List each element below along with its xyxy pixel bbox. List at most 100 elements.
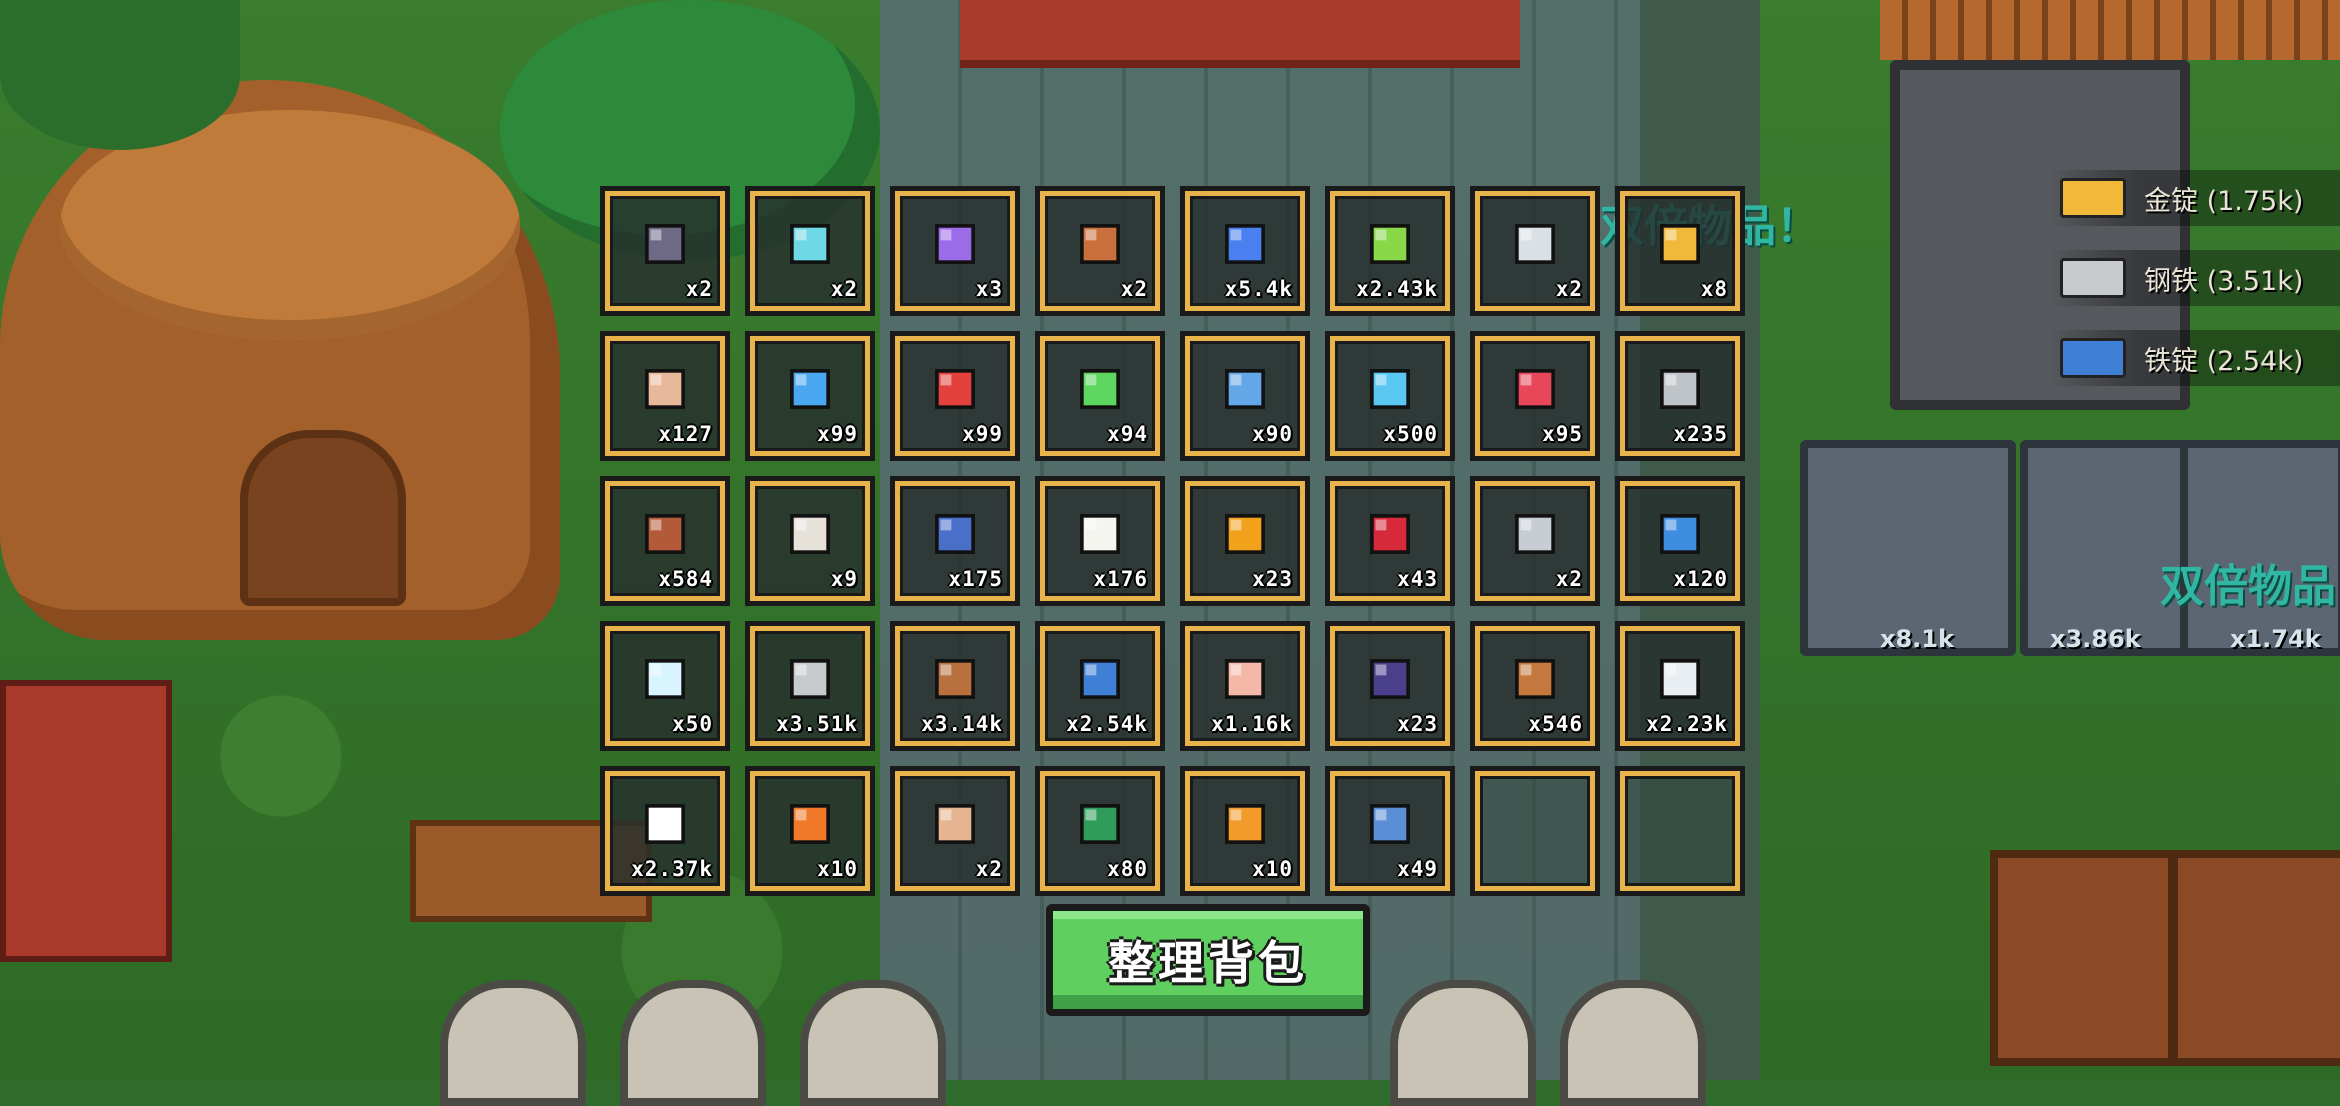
item-quantity: x95 <box>1542 422 1583 446</box>
inventory-slot[interactable]: x2.23k <box>1615 621 1745 751</box>
inventory-slot[interactable]: x2 <box>1470 186 1600 316</box>
sort-backpack-button[interactable]: 整理背包 <box>1046 904 1370 1016</box>
item-quantity: x43 <box>1397 567 1438 591</box>
inventory-slot[interactable]: x50 <box>600 621 730 751</box>
water-flask-icon <box>1225 368 1265 409</box>
stone-arch <box>1390 980 1536 1106</box>
item-quantity: x546 <box>1528 712 1583 736</box>
inventory-slot[interactable]: x1.16k <box>1180 621 1310 751</box>
inventory-slot[interactable]: x23 <box>1180 476 1310 606</box>
stone-ore-icon <box>645 223 685 264</box>
blue-ore-icon <box>1370 803 1410 844</box>
item-quantity: x23 <box>1397 712 1438 736</box>
inventory-slot[interactable]: x546 <box>1470 621 1600 751</box>
item-quantity: x3 <box>975 277 1003 301</box>
crystal-shard-icon <box>790 223 830 264</box>
clay-lump-icon <box>935 658 975 699</box>
inventory-slot[interactable]: x10 <box>1180 766 1310 896</box>
inventory-slot[interactable]: x5.4k <box>1180 186 1310 316</box>
steel-icon <box>2060 258 2126 298</box>
cotton-icon <box>1660 658 1700 699</box>
inventory-slot[interactable]: x500 <box>1325 331 1455 461</box>
inventory-slot[interactable]: x23 <box>1325 621 1455 751</box>
sort-backpack-label: 整理背包 <box>1108 936 1308 990</box>
inventory-slot[interactable]: x2 <box>745 186 875 316</box>
steel-roll-icon <box>1515 513 1555 554</box>
item-quantity: x2 <box>1555 277 1583 301</box>
inventory-slot[interactable]: x2 <box>1470 476 1600 606</box>
inventory-slot[interactable]: x49 <box>1325 766 1455 896</box>
inventory-slot[interactable]: x10 <box>745 766 875 896</box>
inventory-slot[interactable]: x2 <box>890 766 1020 896</box>
inventory-slot[interactable]: x120 <box>1615 476 1745 606</box>
inventory-slot[interactable]: x235 <box>1615 331 1745 461</box>
iron-ingot-icon <box>1080 658 1120 699</box>
inventory-slot[interactable] <box>1470 766 1600 896</box>
inventory-slot[interactable]: x2.43k <box>1325 186 1455 316</box>
inventory-slot[interactable]: x3.51k <box>745 621 875 751</box>
inventory-slot[interactable]: x3 <box>890 186 1020 316</box>
pink-dough-icon <box>1225 658 1265 699</box>
item-quantity: x8 <box>1700 277 1728 301</box>
wooden-chair <box>1990 850 2176 1066</box>
double-items-banner-2: 双倍物品 <box>2160 561 2336 612</box>
gold-ingot-icon <box>2060 178 2126 218</box>
inventory-slot[interactable]: x9 <box>745 476 875 606</box>
machine-count-label: x3.86k <box>2050 625 2141 653</box>
leather-bag-icon <box>1080 223 1120 264</box>
item-quantity: x5.4k <box>1224 277 1293 301</box>
stone-arch <box>1560 980 1706 1106</box>
inventory-slot[interactable]: x2.54k <box>1035 621 1165 751</box>
inventory-slot[interactable]: x90 <box>1180 331 1310 461</box>
inventory-slot[interactable]: x80 <box>1035 766 1165 896</box>
dirt-pile-icon <box>1515 658 1555 699</box>
item-quantity: x50 <box>672 712 713 736</box>
mana-potion-icon <box>1370 368 1410 409</box>
inventory-slot[interactable]: x2 <box>600 186 730 316</box>
market-stall[interactable] <box>0 680 172 962</box>
golden-ring-icon <box>1660 223 1700 264</box>
item-quantity: x94 <box>1107 422 1148 446</box>
blue-log-icon <box>1660 513 1700 554</box>
item-quantity: x127 <box>658 422 713 446</box>
resource-label: 金锭 (1.75k) <box>2144 185 2304 217</box>
processing-machine[interactable] <box>2180 440 2340 656</box>
egg-icon <box>1080 513 1120 554</box>
item-quantity: x500 <box>1383 422 1438 446</box>
item-quantity: x120 <box>1673 567 1728 591</box>
item-quantity: x2.43k <box>1356 277 1438 301</box>
item-quantity: x2.23k <box>1646 712 1728 736</box>
wooden-fence <box>1880 0 2340 60</box>
stone-arch <box>440 980 586 1106</box>
stump-door <box>240 430 406 606</box>
processing-machine[interactable] <box>1800 440 2016 656</box>
inventory-slot[interactable]: x127 <box>600 331 730 461</box>
green-potion-icon <box>1080 368 1120 409</box>
inventory-slot[interactable]: x8 <box>1615 186 1745 316</box>
dark-flower-icon <box>1370 658 1410 699</box>
item-quantity: x3.51k <box>776 712 858 736</box>
inventory-slot[interactable]: x2 <box>1035 186 1165 316</box>
item-quantity: x90 <box>1252 422 1293 446</box>
inventory-slot[interactable]: x43 <box>1325 476 1455 606</box>
inventory-slot[interactable] <box>1615 766 1745 896</box>
item-quantity: x2.54k <box>1066 712 1148 736</box>
inventory-slot[interactable]: x584 <box>600 476 730 606</box>
stone-arch <box>620 980 766 1106</box>
item-quantity: x176 <box>1093 567 1148 591</box>
orange-fruit-icon <box>1225 513 1265 554</box>
item-quantity: x235 <box>1673 422 1728 446</box>
inventory-slot[interactable]: x99 <box>745 331 875 461</box>
inventory-slot[interactable]: x3.14k <box>890 621 1020 751</box>
inventory-slot[interactable]: x95 <box>1470 331 1600 461</box>
inventory-slot[interactable]: x2.37k <box>600 766 730 896</box>
inventory-slot[interactable]: x99 <box>890 331 1020 461</box>
pumpkin-icon <box>790 803 830 844</box>
inventory-slot[interactable]: x175 <box>890 476 1020 606</box>
item-quantity: x49 <box>1397 857 1438 881</box>
inventory-slot[interactable]: x94 <box>1035 331 1165 461</box>
item-quantity: x80 <box>1107 857 1148 881</box>
barn-roof <box>960 0 1520 68</box>
wooden-chair <box>2170 850 2340 1066</box>
inventory-slot[interactable]: x176 <box>1035 476 1165 606</box>
